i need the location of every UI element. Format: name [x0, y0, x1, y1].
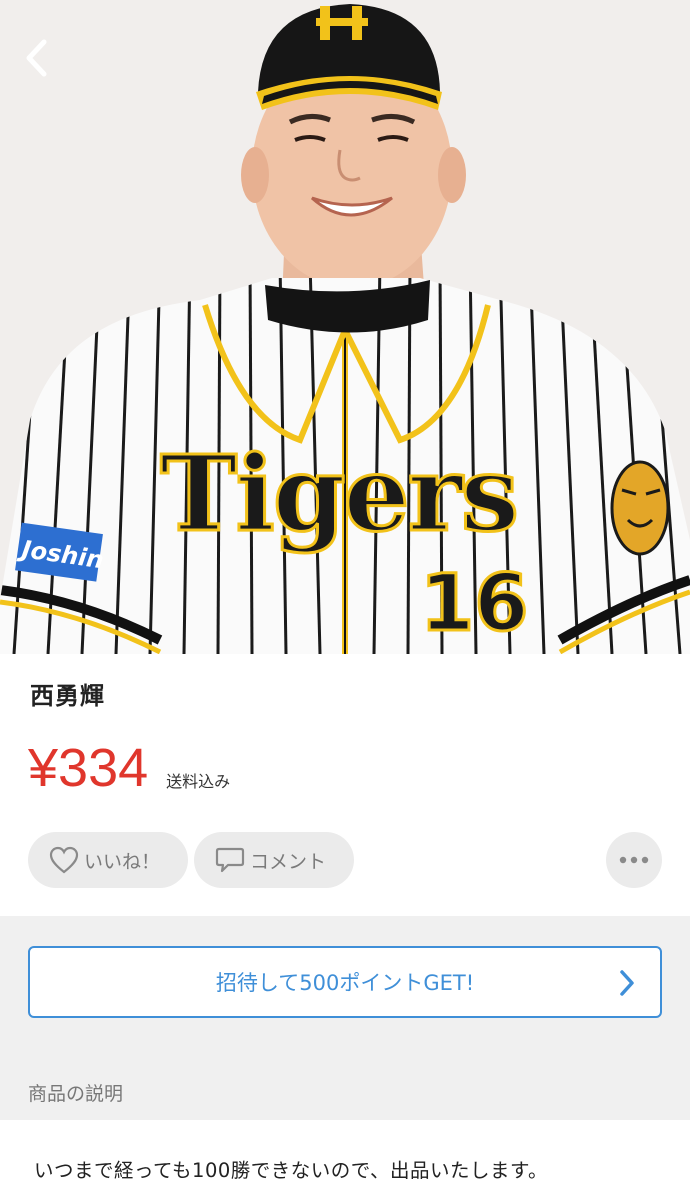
product-detail-page: Tigers 16 Joshin 西勇輝 ¥334 送料込み いいね！ コメント… — [0, 0, 690, 1200]
more-dots-icon — [619, 856, 649, 864]
speech-bubble-icon — [214, 844, 246, 876]
product-title: 西勇輝 — [30, 682, 105, 710]
shipping-label: 送料込み — [166, 772, 231, 791]
jersey-number: 16 — [420, 559, 529, 649]
product-price: ¥334 — [28, 738, 149, 798]
jersey-lettering: Tigers — [160, 432, 517, 555]
like-label: いいね！ — [84, 850, 161, 873]
player-photo-illustration: Tigers 16 Joshin — [0, 0, 690, 654]
tiger-emblem — [610, 460, 670, 556]
heart-outline-icon — [48, 844, 80, 876]
invite-label: 招待して500ポイントGET! — [215, 971, 475, 995]
product-photo[interactable]: Tigers 16 Joshin — [0, 0, 690, 654]
like-button[interactable]: いいね！ — [28, 832, 188, 888]
description-heading: 商品の説明 — [28, 1083, 124, 1105]
back-button[interactable] — [16, 34, 56, 82]
chevron-right-icon — [620, 970, 634, 996]
description-text: いつまで経っても100勝できないので、出品いたします。 — [34, 1159, 549, 1182]
comment-label: コメント — [250, 850, 327, 873]
more-options-button[interactable] — [606, 832, 662, 888]
price-row: ¥334 送料込み — [28, 738, 230, 798]
comment-button[interactable]: コメント — [194, 832, 354, 888]
invite-button[interactable]: 招待して500ポイントGET! — [28, 946, 662, 1018]
chevron-left-icon — [26, 39, 47, 77]
action-bar: いいね！ コメント — [28, 832, 662, 890]
